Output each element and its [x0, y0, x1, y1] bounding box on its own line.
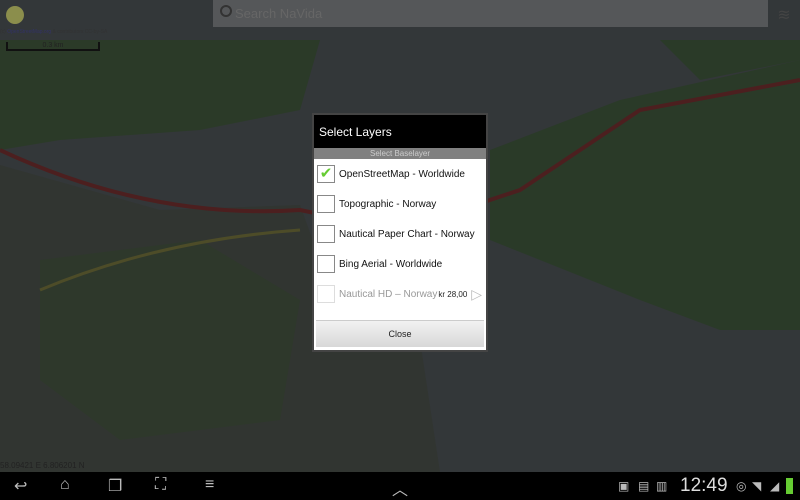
sd-card-icon: ▥	[656, 479, 668, 493]
layer-option-openstreetmap[interactable]: ✔ OpenStreetMap - Worldwide	[314, 159, 486, 189]
eye-icon: ◎	[736, 479, 747, 493]
checkbox-disabled	[317, 285, 335, 303]
gallery-notification-icon: ▣	[618, 479, 630, 493]
back-icon[interactable]: ↩	[14, 476, 27, 496]
checkbox-checked[interactable]: ✔	[317, 165, 335, 183]
search-icon	[220, 5, 232, 17]
coordinates-readout: 58.09421 E 6.806201 N	[0, 461, 85, 470]
recent-apps-icon[interactable]: ❐	[108, 476, 122, 496]
layer-label: OpenStreetMap - Worldwide	[339, 168, 465, 180]
checkbox[interactable]	[317, 225, 335, 243]
layer-option-nautical-hd[interactable]: Nautical HD – Norway kr 28,00 ▷	[314, 279, 486, 309]
price-label: kr 28,00	[438, 289, 468, 299]
document-notification-icon: ▤	[638, 479, 650, 493]
layer-option-bing-aerial[interactable]: Bing Aerial - Worldwide	[314, 249, 486, 279]
chevron-up-icon[interactable]: ︿	[392, 476, 408, 500]
wifi-icon: ◥	[752, 479, 762, 493]
layer-label: Nautical Paper Chart - Norway	[339, 228, 475, 240]
layer-label: Topographic - Norway	[339, 198, 437, 210]
attribution-suffix: & contributors CC-by-SA	[51, 29, 108, 35]
signal-icon: ◢	[770, 479, 780, 493]
menu-icon[interactable]: ≡	[205, 476, 214, 494]
map-attribution: (c) OpenStreetMap.org & contributors CC-…	[0, 29, 107, 35]
layer-label: Nautical HD – Norway	[339, 288, 438, 300]
app-logo-icon[interactable]	[6, 6, 24, 24]
layer-option-nautical-paper[interactable]: Nautical Paper Chart - Norway	[314, 219, 486, 249]
top-bar: Search NaVida ≋	[0, 0, 800, 30]
clock: 12:49	[680, 475, 728, 496]
checkbox[interactable]	[317, 255, 335, 273]
layer-label: Bing Aerial - Worldwide	[339, 258, 443, 270]
screenshot-icon[interactable]: ⛶	[155, 476, 166, 494]
dialog-title: Select Layers	[314, 115, 486, 148]
section-header: Select Baselayer	[314, 148, 486, 159]
search-input[interactable]: Search NaVida	[213, 0, 768, 27]
checkbox[interactable]	[317, 195, 335, 213]
close-button[interactable]: Close	[316, 320, 484, 347]
layer-option-topographic[interactable]: Topographic - Norway	[314, 189, 486, 219]
home-icon[interactable]: ⌂	[60, 476, 70, 494]
scale-bar: 0.3 km	[6, 42, 100, 51]
buy-arrow-icon[interactable]: ▷	[471, 286, 482, 303]
select-layers-dialog: Select Layers Select Baselayer ✔ OpenStre…	[312, 113, 488, 352]
system-navigation-bar: ↩ ⌂ ❐ ⛶ ≡ ︿ ▣ ▤ ▥ 12:49 ◎ ◥ ◢	[0, 472, 800, 500]
layers-icon[interactable]: ≋	[773, 5, 795, 25]
osm-link[interactable]: OpenStreetMap.org	[7, 29, 51, 35]
battery-icon	[786, 478, 793, 494]
